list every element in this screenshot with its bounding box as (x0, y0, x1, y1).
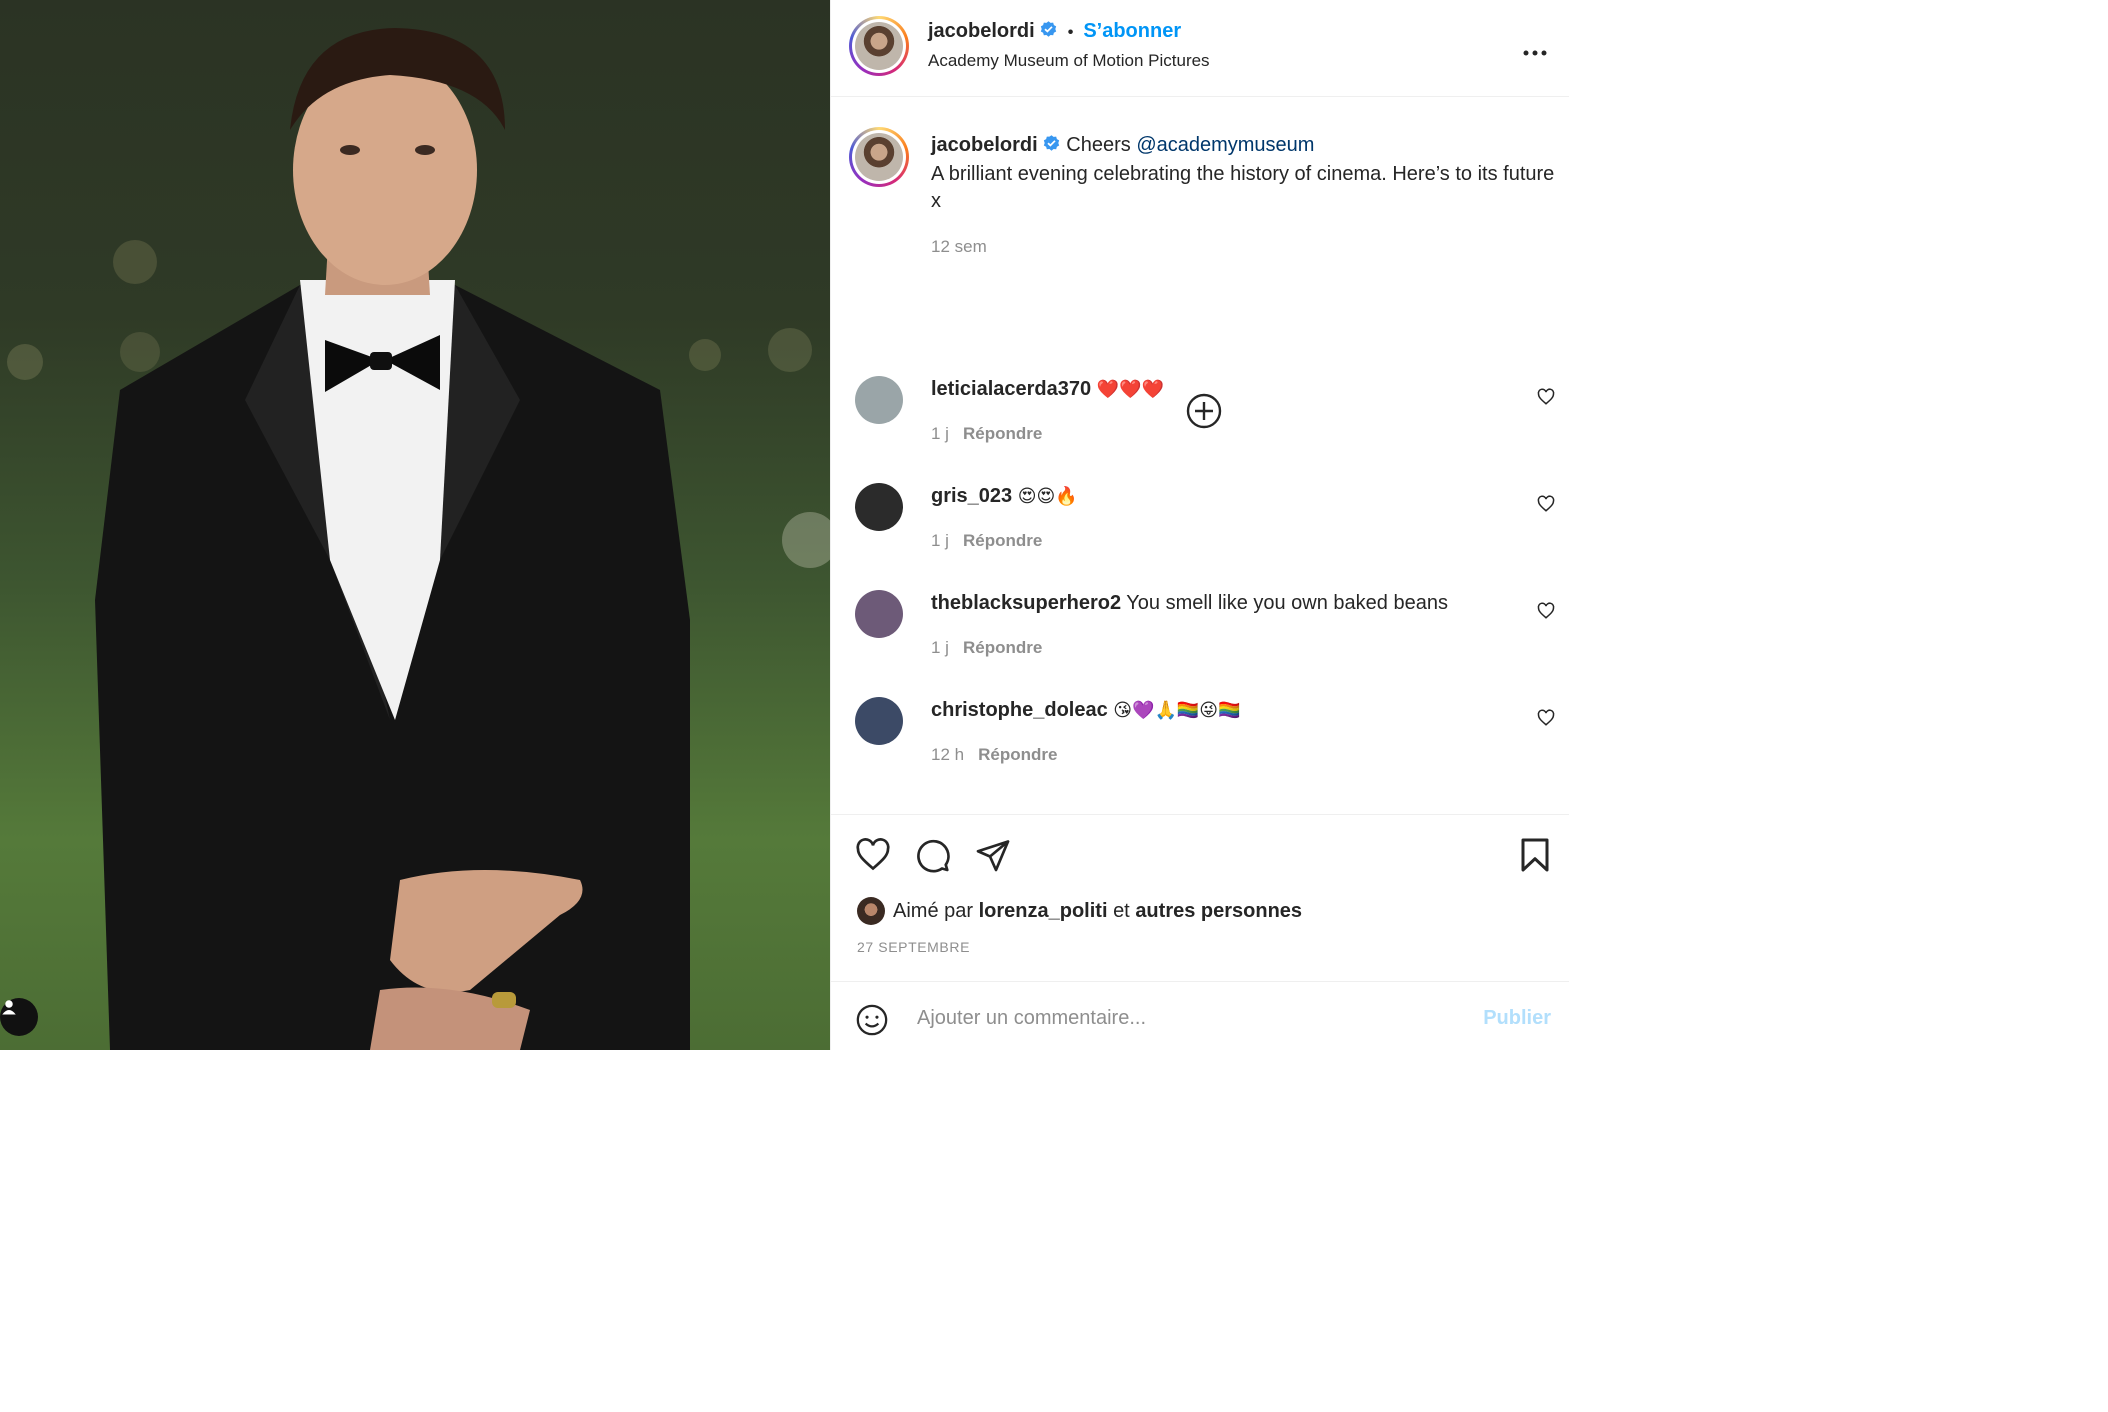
comment-item: leticialacerda370 ❤️❤️❤️ 1 j Répondre (831, 376, 1569, 476)
comment-time[interactable]: 1 j (931, 638, 949, 657)
commenter-username[interactable]: gris_023 (931, 485, 1012, 507)
commenter-avatar[interactable] (855, 697, 903, 745)
emoji-picker-icon[interactable] (855, 1003, 889, 1042)
comment-meta: 1 j Répondre (931, 424, 1042, 444)
reply-button[interactable]: Répondre (963, 638, 1042, 657)
caption-body-start: Cheers (1066, 134, 1131, 156)
follow-button[interactable]: S’abonner (1083, 20, 1181, 42)
reply-button[interactable]: Répondre (978, 745, 1057, 764)
comment-icon[interactable] (915, 837, 951, 878)
commenter-avatar[interactable] (855, 483, 903, 531)
verified-badge-icon (1039, 20, 1058, 44)
caption-text: jacobelordi Cheers @academymuseum A bril… (931, 132, 1556, 260)
likes-summary: Aimé par lorenza_politi et autres person… (857, 897, 1302, 925)
like-comment-icon[interactable] (1537, 388, 1555, 411)
comment-input[interactable] (915, 1000, 1439, 1036)
liker-avatar[interactable] (857, 897, 885, 925)
likes-others-link[interactable]: autres personnes (1135, 900, 1302, 923)
reply-button[interactable]: Répondre (963, 424, 1042, 443)
like-icon[interactable] (855, 837, 891, 878)
comment-item: christophe_doleac 😘💜🙏🏳️‍🌈😜🏳️‍🌈 12 h Répon… (831, 697, 1569, 797)
author-avatar[interactable] (849, 16, 909, 76)
comment-time[interactable]: 1 j (931, 531, 949, 550)
comment-body: ❤️❤️❤️ (1096, 379, 1164, 400)
commenter-avatar[interactable] (855, 376, 903, 424)
liker-username[interactable]: lorenza_politi (979, 900, 1108, 923)
comment-text: theblacksuperhero2 You smell like you ow… (931, 590, 1448, 616)
separator-dot: • (1067, 24, 1074, 41)
likes-prefix: Aimé par (893, 899, 974, 922)
reply-button[interactable]: Répondre (963, 531, 1042, 550)
photo-illustration (7, 28, 830, 1050)
comment-meta: 12 h Répondre (931, 745, 1057, 765)
commenter-username[interactable]: christophe_doleac (931, 699, 1108, 721)
caption-timestamp[interactable]: 12 sem (931, 233, 1556, 260)
more-options-icon[interactable] (1523, 36, 1547, 62)
comment-time[interactable]: 12 h (931, 745, 964, 764)
post-sidebar: jacobelordi • S’abonner Academy Museum of … (830, 0, 1569, 1050)
comment-composer: Publier (831, 981, 1569, 1050)
comment-time[interactable]: 1 j (931, 424, 949, 443)
like-comment-icon[interactable] (1537, 602, 1555, 625)
post-location[interactable]: Academy Museum of Motion Pictures (928, 51, 1210, 71)
comment-text: gris_023 😍😍🔥 (931, 483, 1078, 510)
comment-text: christophe_doleac 😘💜🙏🏳️‍🌈😜🏳️‍🌈 (931, 697, 1240, 724)
comment-meta: 1 j Répondre (931, 638, 1042, 658)
comment-body: 😍😍🔥 (1017, 486, 1078, 507)
caption-mention-link[interactable]: @academymuseum (1136, 134, 1314, 156)
caption-author-username[interactable]: jacobelordi (931, 134, 1038, 156)
comment-body: You smell like you own baked beans (1126, 592, 1448, 614)
post-actions: Aimé par lorenza_politi et autres person… (831, 814, 1569, 980)
comment-body: 😘💜🙏🏳️‍🌈😜🏳️‍🌈 (1113, 700, 1241, 721)
tagged-user-icon[interactable] (0, 998, 38, 1036)
like-comment-icon[interactable] (1537, 709, 1555, 732)
caption-author-avatar[interactable] (849, 127, 909, 187)
commenter-avatar[interactable] (855, 590, 903, 638)
publish-button[interactable]: Publier (1483, 1007, 1551, 1030)
comment-text: leticialacerda370 ❤️❤️❤️ (931, 376, 1164, 403)
post-photo[interactable] (0, 0, 830, 1050)
comment-item: gris_023 😍😍🔥 1 j Répondre (831, 483, 1569, 583)
like-comment-icon[interactable] (1537, 495, 1555, 518)
likes-conjunction: et (1113, 899, 1130, 922)
post-header: jacobelordi • S’abonner Academy Museum of … (831, 0, 1569, 97)
post-date[interactable]: 27 SEPTEMBRE (857, 939, 970, 955)
header-title-row: jacobelordi • S’abonner (928, 20, 1181, 44)
caption-body: A brilliant evening celebrating the hist… (931, 163, 1555, 212)
verified-badge-icon (1042, 134, 1061, 161)
commenter-username[interactable]: leticialacerda370 (931, 378, 1091, 400)
author-username[interactable]: jacobelordi (928, 20, 1035, 42)
save-bookmark-icon[interactable] (1519, 837, 1551, 878)
commenter-username[interactable]: theblacksuperhero2 (931, 592, 1121, 614)
comment-item: theblacksuperhero2 You smell like you ow… (831, 590, 1569, 690)
comment-meta: 1 j Répondre (931, 531, 1042, 551)
share-icon[interactable] (975, 837, 1011, 878)
